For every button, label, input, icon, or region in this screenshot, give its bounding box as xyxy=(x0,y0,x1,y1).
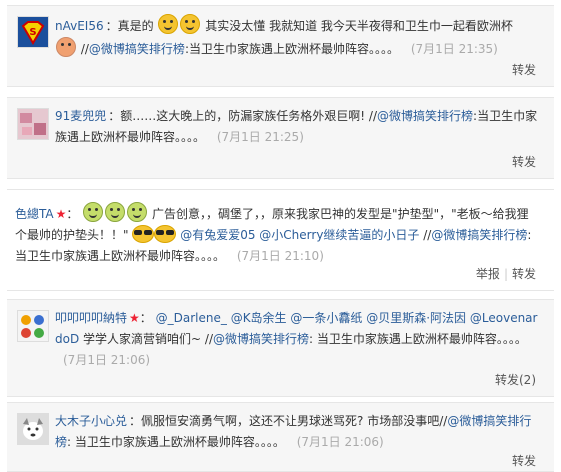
svg-text:S: S xyxy=(29,27,36,38)
comment-item: 91麦兜兜 ：额……这大晚上的，防漏家族任务格外艰巨啊! //@微博搞笑排行榜:当… xyxy=(7,97,554,179)
comment-timestamp: (7月1日 21:06) xyxy=(296,435,384,449)
comment-username[interactable]: 大木子小心兑 xyxy=(55,414,127,428)
comment-content: nAvEI56 ：真是的 其实没太懂 我就知道 我今天半夜得和卫生巾一起看欧洲杯 … xyxy=(55,14,538,60)
repost-button[interactable]: 转发 xyxy=(512,454,536,468)
comment-username[interactable]: 91麦兜兜 xyxy=(55,109,106,123)
star-badge-icon: ★ xyxy=(55,207,67,221)
repost-button[interactable]: 转发(2) xyxy=(495,373,536,387)
comment-actions: 转发 xyxy=(512,61,536,78)
repost-button[interactable]: 转发 xyxy=(512,63,536,77)
sunglasses-emoticon-icon xyxy=(154,225,177,243)
surprised-emoticon-icon xyxy=(158,14,179,34)
comment-content: 91麦兜兜 ：额……这大晚上的，防漏家族任务格外艰巨啊! //@微博搞笑排行榜:当… xyxy=(55,109,538,144)
comment-timestamp: (7月1日 21:06) xyxy=(63,353,151,367)
comment-content: 大木子小心兑 ：佩服恒安滴勇气啊，这还不让男球迷骂死? 市场部没事吧//@微博搞笑… xyxy=(55,414,532,449)
comment-actions: 转发 xyxy=(512,153,536,170)
comment-actions: 转发(2) xyxy=(495,371,536,388)
comment-timestamp: (7月1日 21:10) xyxy=(236,249,324,263)
mention-link[interactable]: @小Cherry继续苦逼的小日子 xyxy=(259,228,419,242)
comment-username[interactable]: nAvEI56 xyxy=(55,19,104,33)
dizzy-emoticon-icon xyxy=(127,202,148,222)
sunglasses-emoticon-icon xyxy=(132,225,155,243)
comment-actions: 转发 xyxy=(512,452,536,469)
comment-content: 色總TA ★： 广告创意，，碉堡了，，原来我家巴神的发型是"护垫型"，"老板～给我… xyxy=(15,202,538,267)
mention-link[interactable]: @微博搞笑排行榜 xyxy=(213,332,309,346)
superman-avatar[interactable]: S xyxy=(17,16,49,48)
comment-timestamp: (7月1日 21:35) xyxy=(410,42,498,56)
sticker-emoticon-icon xyxy=(56,37,76,57)
dog-avatar[interactable] xyxy=(17,413,49,445)
comment-item: 大木子小心兑 ：佩服恒安滴勇气啊，这还不让男球迷骂死? 市场部没事吧//@微博搞笑… xyxy=(7,402,554,472)
comment-actions: 举报 | 转发 xyxy=(475,267,536,281)
comment-username[interactable]: 色總TA xyxy=(15,207,54,221)
mention-link[interactable]: @有兔爱爱05 xyxy=(180,228,255,242)
mention-link[interactable]: @_Darlene_ xyxy=(156,311,227,325)
blush-emoticon-icon xyxy=(180,14,201,34)
comment-feed: S nAvEI56 ：真是的 其实没太懂 我就知道 我今天半夜得和卫生巾一起看欧洲… xyxy=(0,0,561,472)
repost-button[interactable]: 转发 xyxy=(512,155,536,169)
comment-username[interactable]: 叩叩叩叩納特 xyxy=(55,311,127,325)
mention-link[interactable]: @微博搞笑排行榜 xyxy=(89,42,185,56)
comment-content: 叩叩叩叩納特 ★： @_Darlene_ @K岛余生 @一条小馫纸 @贝里斯森·阿… xyxy=(55,311,538,367)
mention-link[interactable]: @微博搞笑排行榜 xyxy=(377,109,473,123)
mention-link[interactable]: @K岛余生 xyxy=(231,311,287,325)
star-badge-icon: ★ xyxy=(129,311,140,325)
mention-link[interactable]: @一条小馫纸 xyxy=(290,311,362,325)
comment-item: 色總TA ★： 广告创意，，碉堡了，，原来我家巴神的发型是"护垫型"，"老板～给我… xyxy=(7,189,554,291)
cartoon-avatar[interactable] xyxy=(17,310,49,342)
dizzy-emoticon-icon xyxy=(83,202,104,222)
comment-item: S nAvEI56 ：真是的 其实没太懂 我就知道 我今天半夜得和卫生巾一起看欧洲… xyxy=(7,5,554,87)
repost-button[interactable]: 转发 xyxy=(512,267,536,281)
report-button[interactable]: 举报 xyxy=(476,267,500,281)
comment-item: 叩叩叩叩納特 ★： @_Darlene_ @K岛余生 @一条小馫纸 @贝里斯森·阿… xyxy=(7,299,554,397)
blurred-avatar[interactable] xyxy=(17,108,49,140)
mention-link[interactable]: @贝里斯森·阿法因 xyxy=(366,311,466,325)
mention-link[interactable]: @微博搞笑排行榜 xyxy=(431,228,527,242)
comment-timestamp: (7月1日 21:25) xyxy=(216,130,304,144)
dizzy-emoticon-icon xyxy=(105,202,126,222)
